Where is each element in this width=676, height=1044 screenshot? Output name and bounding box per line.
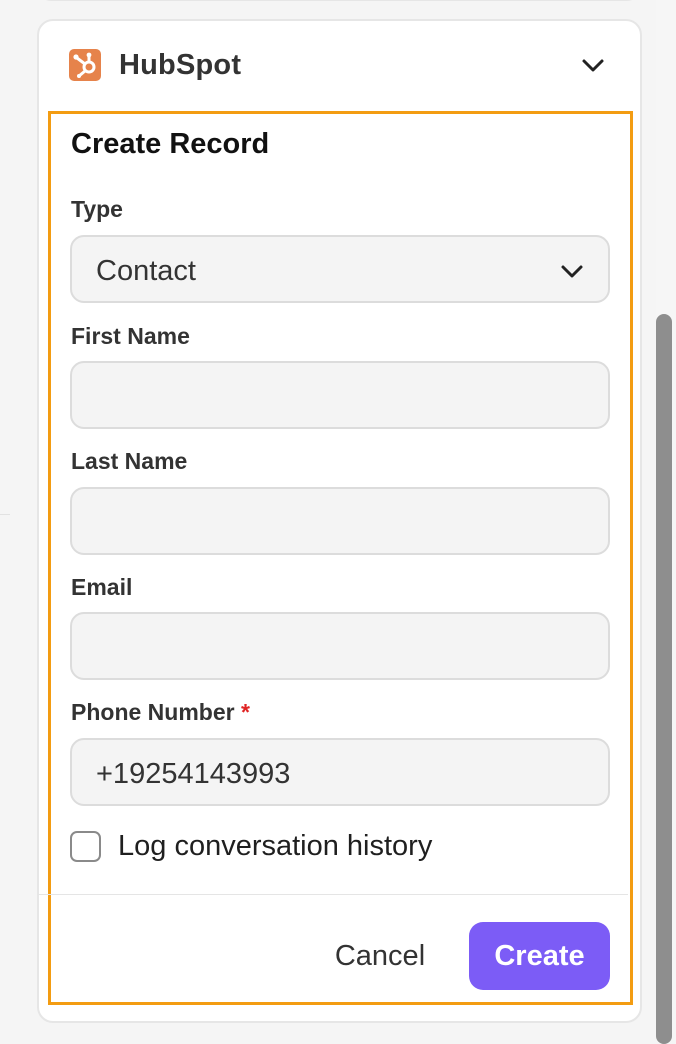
log-conversation-label[interactable]: Log conversation history — [118, 829, 432, 863]
phone-number-field[interactable]: +19254143993 — [70, 738, 610, 806]
email-field[interactable] — [70, 612, 610, 680]
first-name-field[interactable] — [70, 361, 610, 429]
scrollbar-thumb[interactable] — [656, 314, 672, 1044]
type-select[interactable]: Contact — [70, 235, 610, 303]
create-button[interactable]: Create — [469, 922, 610, 990]
type-label: Type — [71, 196, 123, 222]
hubspot-card-header[interactable]: HubSpot — [39, 21, 640, 109]
phone-number-value: +19254143993 — [96, 758, 291, 790]
chevron-down-icon — [558, 257, 586, 285]
form-title: Create Record — [71, 128, 270, 160]
chevron-down-icon[interactable] — [579, 51, 607, 79]
email-label: Email — [71, 574, 133, 600]
hubspot-logo-icon — [69, 49, 101, 81]
left-divider — [0, 514, 10, 515]
last-name-label: Last Name — [71, 448, 188, 474]
integration-title: HubSpot — [119, 49, 242, 81]
required-marker: * — [240, 699, 250, 725]
previous-card-edge — [37, 0, 641, 1]
last-name-field[interactable] — [70, 487, 610, 555]
log-conversation-checkbox[interactable] — [70, 831, 101, 862]
first-name-label: First Name — [71, 323, 190, 349]
phone-number-label: Phone Number * — [71, 698, 250, 726]
phone-number-label-text: Phone Number — [71, 699, 235, 725]
footer-divider — [38, 894, 628, 895]
type-select-value: Contact — [96, 255, 196, 287]
cancel-button[interactable]: Cancel — [320, 930, 440, 982]
